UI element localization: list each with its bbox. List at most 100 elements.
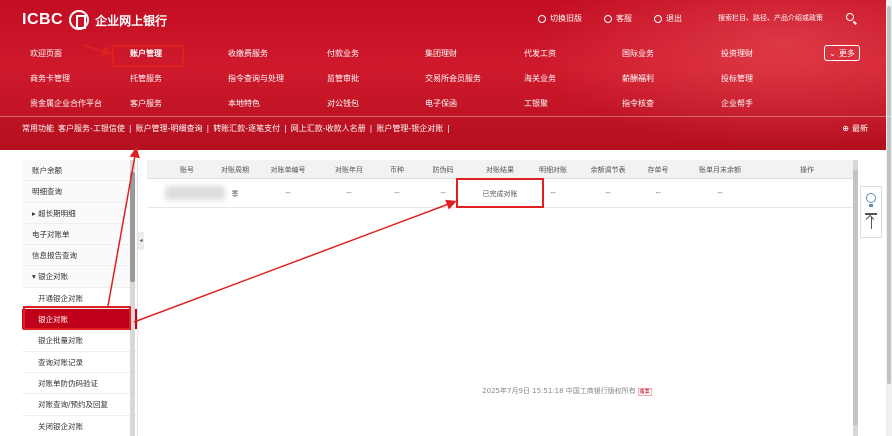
column-header: 对账结果: [486, 166, 514, 174]
column-header: 明细对账: [539, 166, 567, 174]
menu-item-exchange-member[interactable]: 交易所会员服务: [425, 73, 481, 84]
menu-item-benefits[interactable]: 薪酬福利: [622, 73, 654, 84]
page-scroll-thumb[interactable]: [887, 6, 891, 384]
sidebar-item-detail-query[interactable]: 明细查询: [22, 181, 137, 203]
reconciliation-result[interactable]: 已完成对账: [483, 189, 518, 199]
menu-item-precious-metals[interactable]: 贵金属企业合作平台: [30, 98, 102, 109]
menu-item-account-management[interactable]: 账户管理: [130, 48, 162, 59]
menu-item-international[interactable]: 国际业务: [622, 48, 654, 59]
menu-item-investment[interactable]: 投资理财: [721, 48, 753, 59]
common-item[interactable]: 网上汇款-收款人名册: [291, 123, 366, 134]
collapse-sidebar-icon[interactable]: ◂: [138, 232, 144, 250]
lightbulb-icon[interactable]: [866, 193, 876, 207]
main-scroll-thumb[interactable]: [853, 170, 858, 425]
latest-button[interactable]: ⊕ 最新: [842, 123, 868, 134]
separator: |: [206, 124, 210, 133]
logo-text: ICBC: [22, 11, 64, 28]
main-scrollbar[interactable]: [853, 160, 858, 436]
menu-item-icbc-ju[interactable]: 工银聚: [524, 98, 548, 109]
menu-item-fee-payment[interactable]: 收缴费服务: [228, 48, 268, 59]
separator: |: [369, 124, 373, 133]
sidebar-item-reconciliation-group[interactable]: ▾ 银企对账: [22, 266, 137, 288]
menu-item-welcome[interactable]: 欢迎页面: [30, 48, 62, 59]
column-header: 存单号: [647, 166, 669, 174]
menu-item-group-finance[interactable]: 集团理财: [425, 48, 457, 59]
column-header: 账单月末余额: [699, 166, 741, 174]
sidebar: 账户余额 明细查询 ▸ 超长期明细 电子对账单 信息报告查询 ▾ 银企对账 开通…: [22, 160, 138, 436]
menu-item-payment[interactable]: 付款业务: [327, 48, 359, 59]
sidebar-item-query-appointment[interactable]: 对账查询/预约及回复: [22, 394, 137, 416]
sidebar-item-e-statement[interactable]: 电子对账单: [22, 223, 137, 246]
back-to-top-icon[interactable]: [865, 213, 877, 229]
menu-item-payroll[interactable]: 代发工资: [524, 48, 556, 59]
menu-item-customs[interactable]: 海关业务: [524, 73, 556, 84]
footer-badge: 备案: [637, 388, 652, 396]
column-header: 操作: [800, 166, 814, 174]
page-scrollbar[interactable]: [886, 0, 892, 436]
menu-item-custody[interactable]: 托管服务: [130, 73, 162, 84]
icbc-logo[interactable]: ICBC 企业网上银行: [22, 10, 167, 30]
table-cell: --: [440, 189, 446, 197]
logout-link[interactable]: 退出: [654, 13, 682, 24]
table-cell: --: [285, 189, 291, 197]
column-header: 币种: [390, 166, 404, 174]
menu-item-supervision[interactable]: 监管审批: [327, 73, 359, 84]
table-cell: --: [717, 189, 723, 197]
more-button[interactable]: ⌄ 更多: [824, 45, 860, 61]
common-item[interactable]: 转账汇款-逐笔支付: [213, 123, 280, 134]
separator: |: [284, 124, 287, 133]
menu-item-local-features[interactable]: 本地特色: [228, 98, 260, 109]
table-header: 账号 对账周期 对账单编号 对账年月 币种 防伪码 对账结果 明细对账 余额调节…: [147, 160, 853, 179]
switch-old-version-label: 切换旧版: [550, 14, 582, 23]
table-cell: --: [655, 189, 661, 197]
page: ICBC 企业网上银行 切换旧版 客服 退出 欢迎页面: [0, 0, 892, 436]
menu-item-business-card[interactable]: 商务卡管理: [30, 73, 70, 84]
common-item[interactable]: 账户管理-银企对账: [376, 123, 443, 134]
table-cell: 季: [231, 190, 239, 198]
sidebar-item-long-term-detail[interactable]: ▸ 超长期明细: [22, 202, 137, 224]
plus-circle-icon: ⊕: [842, 124, 849, 133]
customer-service-label: 客服: [616, 14, 632, 23]
redacted-account-number: [165, 186, 225, 200]
sidebar-item-info-report[interactable]: 信息报告查询: [22, 245, 137, 267]
sidebar-item-close-reconciliation[interactable]: 关闭银企对账: [22, 415, 137, 436]
switch-old-version-link[interactable]: 切换旧版: [538, 13, 582, 24]
menu-item-corporate-wallet[interactable]: 对公钱包: [327, 98, 359, 109]
sidebar-item-batch-reconciliation[interactable]: 银企批量对账: [22, 330, 137, 352]
more-label: 更多: [838, 48, 855, 58]
column-header: 账号: [180, 166, 194, 174]
menu-item-instruction-check[interactable]: 指令核查: [622, 98, 654, 109]
footer-text: 2025年7月9日 15:51:18 中国工商银行版权所有: [482, 387, 636, 395]
table-row[interactable]: 季 -- -- -- -- 已完成对账 -- -- -- --: [147, 179, 853, 208]
column-header: 对账周期: [221, 166, 249, 174]
chevron-down-icon: ⌄: [829, 48, 836, 58]
menu-item-e-guarantee[interactable]: 电子保函: [425, 98, 457, 109]
menu-item-customer-service[interactable]: 客户服务: [130, 98, 162, 109]
power-icon: [654, 14, 662, 23]
top-links: 切换旧版 客服 退出: [538, 13, 682, 24]
menu-item-enterprise-helper[interactable]: 企业帮手: [721, 98, 753, 109]
sidebar-item-enable-reconciliation[interactable]: 开通银企对账: [22, 287, 137, 310]
common-item[interactable]: 客户服务-工银信使: [58, 123, 125, 134]
customer-service-link[interactable]: 客服: [604, 13, 632, 24]
sidebar-scroll-thumb[interactable]: [130, 172, 135, 282]
sidebar-scrollbar[interactable]: [130, 160, 135, 436]
sidebar-item-reconciliation[interactable]: 银企对账: [22, 309, 137, 331]
table-cell: --: [346, 189, 352, 197]
menu-item-instruction-query[interactable]: 指令查询与处理: [228, 73, 284, 84]
separator: |: [128, 124, 132, 133]
search-input[interactable]: [718, 14, 838, 22]
common-item[interactable]: 账户管理-明细查询: [136, 123, 203, 134]
common-functions-label: 常用功能: [22, 124, 54, 133]
table-cell: --: [550, 189, 556, 197]
search-box: [712, 8, 862, 28]
table-cell: --: [605, 189, 611, 197]
column-header: 余额调节表: [590, 166, 626, 174]
menu-item-bidding[interactable]: 投标管理: [721, 73, 753, 84]
header: ICBC 企业网上银行 切换旧版 客服 退出 欢迎页面: [0, 0, 892, 150]
sidebar-item-account-balance[interactable]: 账户余额: [22, 160, 137, 182]
search-icon[interactable]: [846, 13, 854, 21]
column-header: 对账单编号: [270, 166, 306, 174]
sidebar-item-reconciliation-records[interactable]: 查询对账记录: [22, 351, 137, 373]
sidebar-item-anti-fake-verify[interactable]: 对账单防伪码验证: [22, 372, 137, 395]
